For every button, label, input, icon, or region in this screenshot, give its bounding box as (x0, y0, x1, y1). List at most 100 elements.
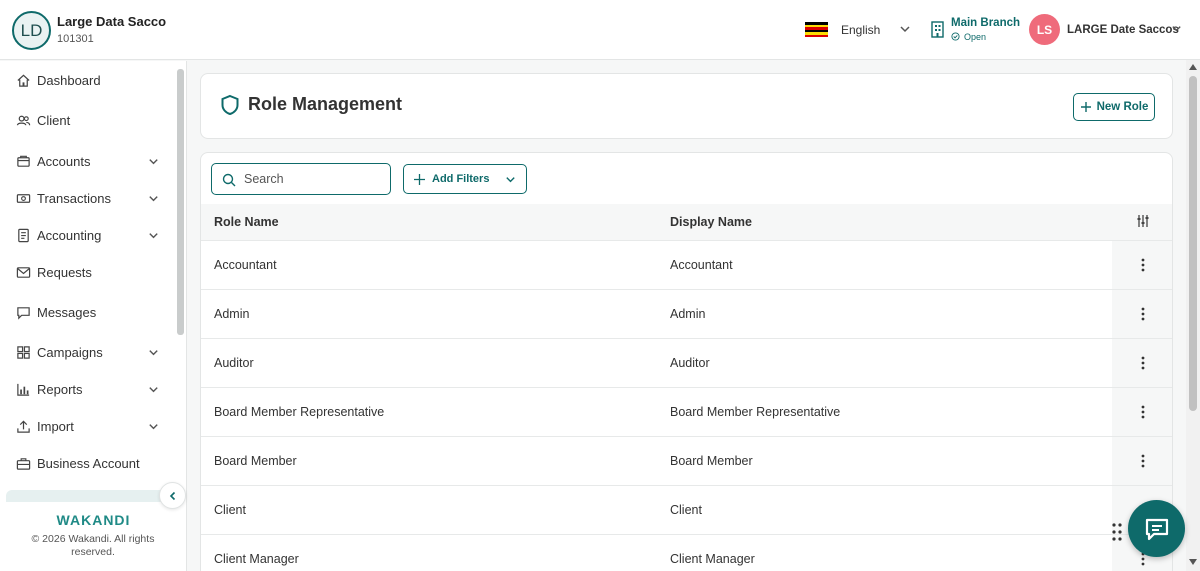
display-name-cell: Board Member (670, 454, 753, 468)
sidebar-item-label: Business Account (37, 455, 140, 471)
row-actions (1112, 241, 1172, 289)
row-actions (1112, 290, 1172, 338)
uganda-flag-icon (805, 22, 828, 37)
chat-icon (17, 306, 30, 320)
table-row[interactable]: Auditor Auditor (201, 339, 1172, 388)
column-header-display-name[interactable]: Display Name (670, 215, 752, 229)
chat-bubble-icon (1145, 518, 1168, 540)
chevron-down-icon[interactable] (147, 420, 160, 433)
sidebar: Dashboard Client Accounts Transactions A… (0, 61, 187, 571)
sidebar-item-dashboard[interactable]: Dashboard (0, 62, 175, 98)
table-row[interactable]: Board Member Board Member (201, 437, 1172, 486)
building-icon (931, 21, 944, 38)
scrollbar-thumb[interactable] (1189, 76, 1197, 411)
row-actions (1112, 388, 1172, 436)
add-filters-button[interactable]: Add Filters (403, 164, 527, 194)
bar-chart-icon (17, 383, 30, 396)
display-name-cell: Client Manager (670, 552, 755, 566)
sidebar-item-partial[interactable] (6, 490, 174, 502)
sidebar-item-import[interactable]: Import (0, 408, 175, 444)
more-vertical-icon[interactable] (1137, 257, 1149, 273)
chevron-down-icon[interactable] (898, 22, 912, 36)
role-name-cell: Client Manager (214, 552, 299, 566)
column-settings-icon[interactable] (1136, 214, 1150, 228)
ledger-icon (18, 228, 29, 242)
branch-name[interactable]: Main Branch (951, 17, 1020, 29)
sidebar-item-campaigns[interactable]: Campaigns (0, 334, 175, 370)
user-name[interactable]: LARGE Date Saccos (1067, 24, 1179, 36)
chat-widget-button[interactable] (1128, 500, 1185, 557)
sidebar-item-label: Campaigns (37, 344, 103, 360)
shield-icon (221, 94, 239, 116)
search-input[interactable] (244, 170, 384, 188)
org-code: 101301 (57, 33, 94, 45)
sidebar-item-reports[interactable]: Reports (0, 371, 175, 407)
brand-logo: WAKANDI (56, 512, 131, 528)
plus-icon (1080, 102, 1091, 112)
branch-status: Open (964, 32, 987, 42)
sidebar-item-label: Transactions (37, 190, 111, 206)
sidebar-item-accounting[interactable]: Accounting (0, 217, 175, 253)
row-actions (1112, 437, 1172, 485)
sidebar-item-label: Messages (37, 304, 97, 320)
chevron-down-icon[interactable] (147, 229, 160, 242)
org-avatar[interactable]: LD (12, 11, 51, 50)
row-actions (1112, 339, 1172, 387)
mail-icon (16, 266, 31, 278)
check-circle-icon (951, 32, 960, 41)
scroll-up-arrow[interactable] (1189, 64, 1197, 70)
roles-table-card: Add Filters Role Name Display Name Accou… (200, 152, 1173, 571)
role-name-cell: Client (214, 503, 246, 517)
wallet-icon (17, 155, 30, 167)
role-name-cell: Admin (214, 307, 250, 321)
new-role-button[interactable]: New Role (1073, 93, 1155, 121)
display-name-cell: Admin (670, 307, 706, 321)
chevron-down-icon[interactable] (147, 192, 160, 205)
chevron-down-icon[interactable] (147, 155, 160, 168)
scroll-down-arrow[interactable] (1189, 559, 1197, 565)
sidebar-scrollbar[interactable] (177, 69, 184, 335)
users-icon (16, 115, 31, 125)
user-initials: LS (1036, 22, 1053, 37)
grid-icon (17, 345, 30, 359)
table-row[interactable]: Board Member Representative Board Member… (201, 388, 1172, 437)
user-avatar[interactable]: LS (1029, 14, 1060, 45)
display-name-cell: Auditor (670, 356, 710, 370)
language-selector[interactable]: English (841, 23, 880, 37)
sidebar-item-transactions[interactable]: Transactions (0, 180, 175, 216)
sidebar-item-label: Reports (37, 381, 83, 397)
sidebar-item-label: Dashboard (37, 72, 101, 88)
org-name: Large Data Sacco (57, 14, 167, 29)
more-vertical-icon[interactable] (1137, 306, 1149, 322)
table-row[interactable]: Admin Admin (201, 290, 1172, 339)
sidebar-item-accounts[interactable]: Accounts (0, 143, 175, 179)
chevron-down-icon[interactable] (147, 346, 160, 359)
drag-handle-icon[interactable] (1111, 522, 1123, 542)
top-header: LD Large Data Sacco 101301 English Main … (0, 0, 1200, 60)
table-row[interactable]: Accountant Accountant (201, 241, 1172, 290)
table-header: Role Name Display Name (201, 204, 1172, 241)
page-scrollbar[interactable] (1186, 60, 1200, 571)
sidebar-item-label: Client (37, 112, 71, 128)
sidebar-item-requests[interactable]: Requests (0, 254, 175, 290)
more-vertical-icon[interactable] (1137, 355, 1149, 371)
sidebar-item-business-account[interactable]: Business Account (0, 445, 175, 481)
more-vertical-icon[interactable] (1137, 453, 1149, 469)
chevron-down-icon[interactable] (147, 383, 160, 396)
column-header-role-name[interactable]: Role Name (214, 215, 279, 229)
table-row[interactable]: Client Client (201, 486, 1172, 535)
chevron-left-icon (169, 491, 175, 500)
page-header-card: Role Management New Role (200, 73, 1173, 139)
role-name-cell: Board Member Representative (214, 405, 385, 419)
sidebar-item-messages[interactable]: Messages (0, 294, 175, 330)
display-name-cell: Board Member Representative (670, 405, 841, 419)
sidebar-item-label: Accounts (37, 153, 91, 169)
plus-icon (414, 174, 425, 185)
collapse-sidebar-button[interactable] (159, 482, 186, 509)
table-row[interactable]: Client Manager Client Manager (201, 535, 1172, 571)
more-vertical-icon[interactable] (1137, 404, 1149, 420)
sidebar-item-label: Accounting (37, 227, 102, 243)
chevron-down-icon[interactable] (1170, 22, 1183, 35)
search-box[interactable] (211, 163, 391, 195)
sidebar-item-client[interactable]: Client (0, 102, 175, 138)
